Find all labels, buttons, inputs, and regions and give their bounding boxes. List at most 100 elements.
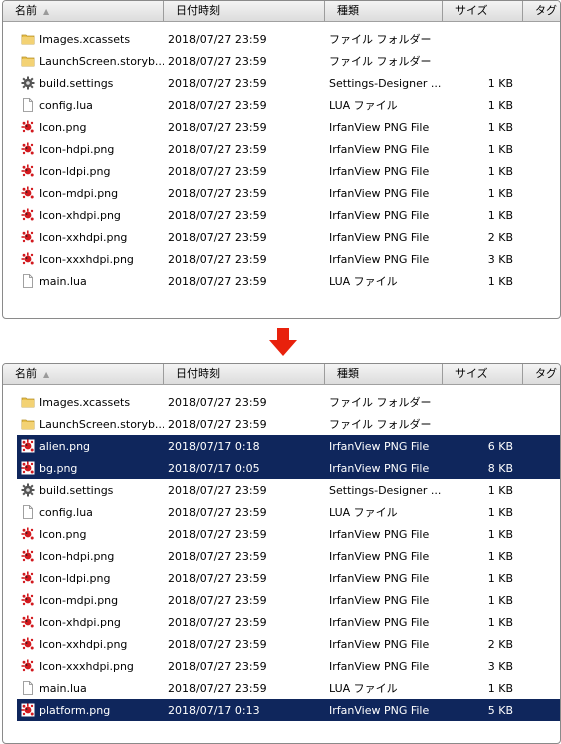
file-size: 3 KB: [487, 252, 513, 266]
file-row-selected[interactable]: bg.png 2018/07/17 0:05 IrfanView PNG File 8…: [17, 457, 560, 479]
file-row[interactable]: main.lua 2018/07/27 23:59 LUA ファイル 1 KB: [3, 677, 560, 699]
file-name-cell: Icon-xhdpi.png: [3, 208, 164, 222]
png-icon: [21, 593, 35, 607]
column-header-tag[interactable]: タグ: [523, 364, 560, 384]
folder-icon: [21, 417, 35, 431]
file-row[interactable]: Icon-mdpi.png 2018/07/27 23:59 IrfanView P…: [3, 589, 560, 611]
file-row[interactable]: Icon-hdpi.png 2018/07/27 23:59 IrfanView P…: [3, 545, 560, 567]
file-row[interactable]: Icon-xxxhdpi.png 2018/07/27 23:59 IrfanVie…: [3, 655, 560, 677]
file-date: 2018/07/27 23:59: [168, 98, 267, 112]
file-row[interactable]: Icon-mdpi.png 2018/07/27 23:59 IrfanView P…: [3, 182, 560, 204]
file-type: ファイル フォルダー: [329, 33, 432, 46]
file-date: 2018/07/27 23:59: [168, 615, 267, 629]
file-row[interactable]: Icon.png 2018/07/27 23:59 IrfanView PNG Fi…: [3, 116, 560, 138]
column-header-name[interactable]: 名前 ▲: [3, 364, 164, 384]
png-icon: [21, 571, 35, 585]
file-name-cell: Images.xcassets: [3, 395, 164, 409]
file-type: IrfanView PNG File: [329, 571, 430, 585]
file-row[interactable]: Icon-xxhdpi.png 2018/07/27 23:59 IrfanView…: [3, 633, 560, 655]
file-name: Icon-hdpi.png: [39, 142, 115, 156]
png-icon: [21, 252, 35, 266]
file-date: 2018/07/27 23:59: [168, 549, 267, 563]
file-name: Images.xcassets: [39, 395, 131, 409]
column-header-date[interactable]: 日付時刻: [164, 1, 325, 21]
file-type: Settings-Designer ...: [329, 76, 442, 90]
file-size: 2 KB: [487, 230, 513, 244]
file-row[interactable]: Icon-xhdpi.png 2018/07/27 23:59 IrfanView …: [3, 611, 560, 633]
file-name: Icon-mdpi.png: [39, 593, 119, 607]
png-icon: [21, 120, 35, 134]
file-name: Icon-xxxhdpi.png: [39, 252, 134, 266]
file-type: LUA ファイル: [329, 682, 398, 695]
file-type: LUA ファイル: [329, 99, 398, 112]
column-header-size-label: サイズ: [455, 4, 488, 17]
file-name-cell: Icon-xxhdpi.png: [3, 230, 164, 244]
file-row[interactable]: Icon-xxhdpi.png 2018/07/27 23:59 IrfanView…: [3, 226, 560, 248]
file-type: IrfanView PNG File: [329, 164, 430, 178]
file-type: IrfanView PNG File: [329, 659, 430, 673]
png-icon: [21, 527, 35, 541]
file-row-selected[interactable]: platform.png 2018/07/17 0:13 IrfanView PNG…: [17, 699, 560, 721]
file-row[interactable]: Icon-xhdpi.png 2018/07/27 23:59 IrfanView …: [3, 204, 560, 226]
file-row[interactable]: LaunchScreen.storyb... 2018/07/27 23:59 ファ…: [3, 50, 560, 72]
column-header-date[interactable]: 日付時刻: [164, 364, 325, 384]
column-header-name[interactable]: 名前 ▲: [3, 1, 164, 21]
png-icon: [21, 164, 35, 178]
column-header-tag-label: タグ: [535, 4, 557, 17]
file-date: 2018/07/27 23:59: [168, 120, 267, 134]
file-size: 1 KB: [487, 164, 513, 178]
file-icon: [21, 274, 35, 288]
column-header-type[interactable]: 種類: [325, 364, 443, 384]
file-name-cell: Icon.png: [3, 120, 164, 134]
file-size: 1 KB: [487, 681, 513, 695]
column-header-bar: 名前 ▲ 日付時刻 種類 サイズ タグ: [3, 364, 560, 385]
file-name-cell: Icon-hdpi.png: [3, 549, 164, 563]
file-row-selected[interactable]: alien.png 2018/07/17 0:18 IrfanView PNG Fi…: [17, 435, 560, 457]
file-row[interactable]: Icon.png 2018/07/27 23:59 IrfanView PNG Fi…: [3, 523, 560, 545]
file-name: Icon.png: [39, 527, 87, 541]
file-row[interactable]: Icon-ldpi.png 2018/07/27 23:59 IrfanView P…: [3, 160, 560, 182]
file-size: 1 KB: [487, 186, 513, 200]
column-header-tag[interactable]: タグ: [523, 1, 560, 21]
file-row[interactable]: LaunchScreen.storyb... 2018/07/27 23:59 ファ…: [3, 413, 560, 435]
column-header-size[interactable]: サイズ: [443, 364, 523, 384]
file-type: IrfanView PNG File: [329, 186, 430, 200]
file-type: ファイル フォルダー: [329, 396, 432, 409]
file-row[interactable]: build.settings 2018/07/27 23:59 Settings-D…: [3, 72, 560, 94]
file-size: 1 KB: [487, 274, 513, 288]
file-name-cell: main.lua: [3, 681, 164, 695]
file-row[interactable]: build.settings 2018/07/27 23:59 Settings-D…: [3, 479, 560, 501]
column-header-size[interactable]: サイズ: [443, 1, 523, 21]
file-date: 2018/07/17 0:05: [168, 461, 260, 475]
file-type: IrfanView PNG File: [329, 142, 430, 156]
file-row[interactable]: main.lua 2018/07/27 23:59 LUA ファイル 1 KB: [3, 270, 560, 292]
column-header-date-label: 日付時刻: [176, 4, 220, 17]
file-type: IrfanView PNG File: [329, 208, 430, 222]
file-size: 8 KB: [487, 461, 513, 475]
file-name: bg.png: [39, 461, 78, 475]
file-row[interactable]: Icon-xxxhdpi.png 2018/07/27 23:59 IrfanVie…: [3, 248, 560, 270]
file-date: 2018/07/27 23:59: [168, 505, 267, 519]
file-icon: [21, 681, 35, 695]
png-icon: [21, 186, 35, 200]
file-type: IrfanView PNG File: [329, 703, 430, 717]
file-date: 2018/07/27 23:59: [168, 208, 267, 222]
file-name-cell: build.settings: [3, 76, 164, 90]
file-name: main.lua: [39, 681, 87, 695]
file-row[interactable]: config.lua 2018/07/27 23:59 LUA ファイル 1 KB: [3, 94, 560, 116]
file-row[interactable]: Images.xcassets 2018/07/27 23:59 ファイル フォルダ…: [3, 28, 560, 50]
file-name-cell: config.lua: [3, 98, 164, 112]
file-name-cell: Icon-ldpi.png: [3, 571, 164, 585]
file-row[interactable]: Icon-ldpi.png 2018/07/27 23:59 IrfanView P…: [3, 567, 560, 589]
folder-icon: [21, 32, 35, 46]
file-name-cell: build.settings: [3, 483, 164, 497]
png-icon: [21, 549, 35, 563]
file-row[interactable]: Icon-hdpi.png 2018/07/27 23:59 IrfanView P…: [3, 138, 560, 160]
column-header-type[interactable]: 種類: [325, 1, 443, 21]
file-size: 1 KB: [487, 142, 513, 156]
file-name: main.lua: [39, 274, 87, 288]
gear-icon: [21, 483, 35, 497]
file-row[interactable]: config.lua 2018/07/27 23:59 LUA ファイル 1 KB: [3, 501, 560, 523]
arrow-down-icon: [268, 327, 298, 357]
file-row[interactable]: Images.xcassets 2018/07/27 23:59 ファイル フォルダ…: [3, 391, 560, 413]
